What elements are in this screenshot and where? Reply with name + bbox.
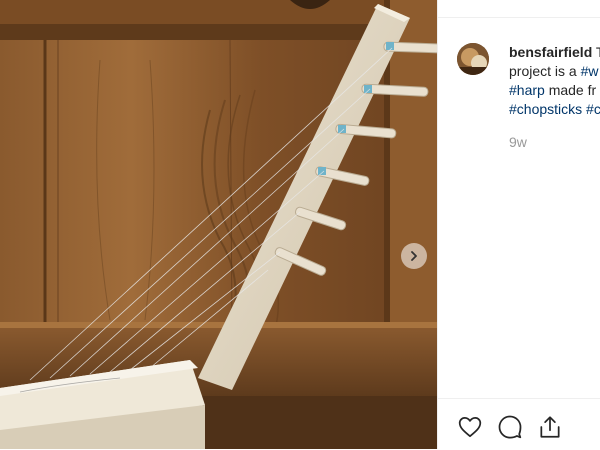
caption-line-4: #chopsticks #c — [509, 100, 600, 119]
caption-text: T — [592, 44, 600, 60]
caption-line-3: #harp made fr — [509, 81, 600, 100]
caption-line-2: project is a #w — [509, 62, 600, 81]
next-photo-button[interactable] — [401, 243, 427, 269]
caption-line-1: bensfairfield T — [509, 43, 600, 62]
share-icon — [540, 416, 560, 438]
avatar[interactable] — [457, 43, 489, 75]
post-sidebar: bensfairfield T project is a #w #harp ma… — [437, 0, 600, 449]
share-button[interactable] — [537, 414, 563, 440]
username-link[interactable]: bensfairfield — [509, 44, 592, 60]
harp-photo-image — [0, 0, 437, 449]
comment-button[interactable] — [497, 414, 523, 440]
hashtag-link[interactable]: #harp — [509, 82, 545, 98]
comment-icon — [498, 415, 522, 439]
action-bar — [438, 398, 600, 450]
post-timestamp[interactable]: 9w — [509, 134, 527, 150]
like-button[interactable] — [457, 414, 483, 440]
hashtag-link[interactable]: #w — [581, 63, 599, 79]
chevron-right-icon — [411, 251, 417, 261]
hashtag-link[interactable]: #chopsticks — [509, 101, 582, 117]
caption-text: made fr — [544, 82, 597, 98]
caption-text: project is a — [509, 63, 581, 79]
heart-icon — [458, 417, 482, 438]
avatar-image — [457, 43, 489, 75]
hashtag-link[interactable]: #c — [586, 101, 600, 117]
post-photo[interactable] — [0, 0, 437, 449]
divider — [438, 17, 600, 18]
post-caption: bensfairfield T project is a #w #harp ma… — [509, 43, 600, 119]
